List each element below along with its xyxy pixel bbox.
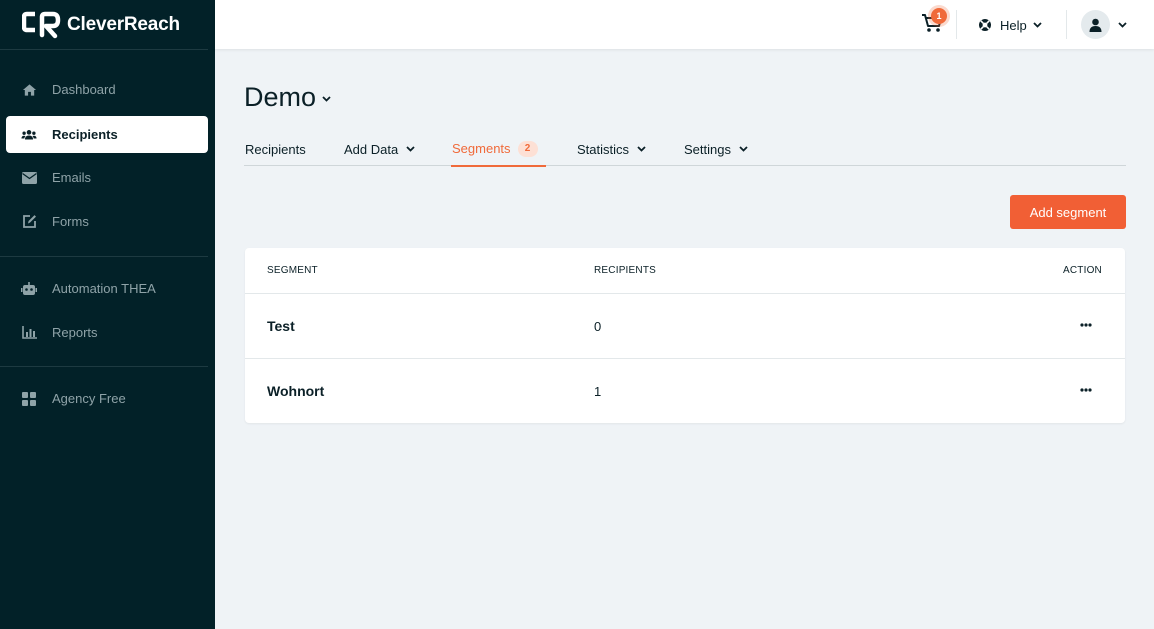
column-header-recipients: RECIPIENTS: [594, 265, 657, 276]
sidebar-divider: [0, 49, 208, 50]
more-horizontal-icon: [1080, 323, 1092, 327]
brand-logo[interactable]: CleverReach: [22, 11, 180, 39]
tab-label: Settings: [684, 141, 731, 157]
chart-icon: [21, 325, 37, 341]
sidebar-item-dashboard[interactable]: Dashboard: [6, 71, 208, 108]
sidebar-divider: [0, 366, 208, 367]
sidebar-item-automation-thea[interactable]: Automation THEA: [6, 270, 208, 307]
topbar-divider: [956, 10, 957, 39]
tab-settings[interactable]: Settings: [684, 132, 748, 166]
tab-label: Recipients: [245, 141, 306, 157]
sidebar-item-agency-free[interactable]: Agency Free: [6, 380, 208, 417]
help-label: Help: [1000, 17, 1027, 33]
page-title-text: Demo: [244, 82, 317, 112]
table-row[interactable]: Test 0: [245, 293, 1125, 358]
sidebar-item-reports[interactable]: Reports: [6, 314, 208, 351]
tab-label: Statistics: [577, 141, 630, 157]
segment-name[interactable]: Test: [267, 318, 295, 334]
chevron-down-icon: [637, 146, 646, 152]
tab-recipients[interactable]: Recipients: [245, 132, 306, 166]
recipient-count: 0: [594, 319, 602, 334]
grid-icon: [21, 391, 37, 407]
column-header-segment: SEGMENT: [267, 265, 318, 276]
envelope-icon: [21, 170, 37, 186]
edit-icon: [21, 214, 37, 230]
table-row[interactable]: Wohnort 1: [245, 358, 1125, 423]
sidebar-item-recipients[interactable]: Recipients: [6, 116, 208, 153]
page-title[interactable]: Demo: [244, 82, 331, 113]
sidebar-item-forms[interactable]: Forms: [6, 203, 208, 240]
topbar: 1 Help: [215, 0, 1154, 49]
cart-count-badge: 1: [931, 8, 947, 24]
help-menu[interactable]: Help: [978, 15, 1042, 35]
sidebar-item-label: Automation THEA: [52, 281, 156, 296]
tab-bar: Recipients Add Data Segments 2 Statistic…: [244, 132, 1126, 167]
sidebar-item-label: Emails: [52, 170, 92, 185]
tab-label: Add Data: [344, 141, 399, 157]
sidebar-item-label: Reports: [52, 325, 98, 340]
chevron-down-icon: [1118, 21, 1127, 28]
sidebar-item-label: Agency Free: [52, 391, 126, 406]
chevron-down-icon: [322, 95, 331, 102]
segment-name[interactable]: Wohnort: [267, 383, 324, 399]
robot-icon: [21, 281, 37, 297]
segments-count-badge: 2: [517, 140, 538, 157]
add-segment-button[interactable]: Add segment: [1010, 195, 1126, 229]
chevron-down-icon: [739, 146, 748, 152]
sidebar-item-emails[interactable]: Emails: [6, 159, 208, 196]
lifebuoy-icon: [979, 19, 991, 31]
segments-table: SEGMENT RECIPIENTS ACTION Test 0 Wohnort…: [245, 248, 1125, 423]
tab-statistics[interactable]: Statistics: [577, 132, 646, 166]
more-horizontal-icon: [1080, 388, 1092, 392]
topbar-divider: [1066, 10, 1067, 39]
tab-add-data[interactable]: Add Data: [344, 132, 415, 166]
cleverreach-logo-icon: [22, 11, 61, 39]
column-header-action: ACTION: [1063, 265, 1102, 276]
brand-name: CleverReach: [67, 14, 180, 35]
more-actions-button[interactable]: [1077, 316, 1095, 334]
sidebar-item-label: Forms: [52, 214, 89, 229]
chevron-down-icon: [406, 146, 415, 152]
chevron-down-icon: [1033, 22, 1042, 28]
sidebar-item-label: Dashboard: [52, 82, 116, 97]
user-menu[interactable]: [1081, 10, 1127, 39]
avatar: [1081, 10, 1110, 39]
sidebar-divider: [0, 256, 208, 257]
home-icon: [21, 82, 37, 98]
recipient-count: 1: [594, 384, 602, 399]
user-icon: [1089, 18, 1102, 32]
users-icon: [21, 127, 37, 143]
tab-segments[interactable]: Segments 2: [451, 132, 546, 167]
tab-label: Segments: [452, 141, 511, 156]
more-actions-button[interactable]: [1077, 381, 1095, 399]
sidebar: CleverReach Dashboard Recipients Emails …: [0, 0, 215, 629]
sidebar-item-label: Recipients: [52, 127, 118, 142]
